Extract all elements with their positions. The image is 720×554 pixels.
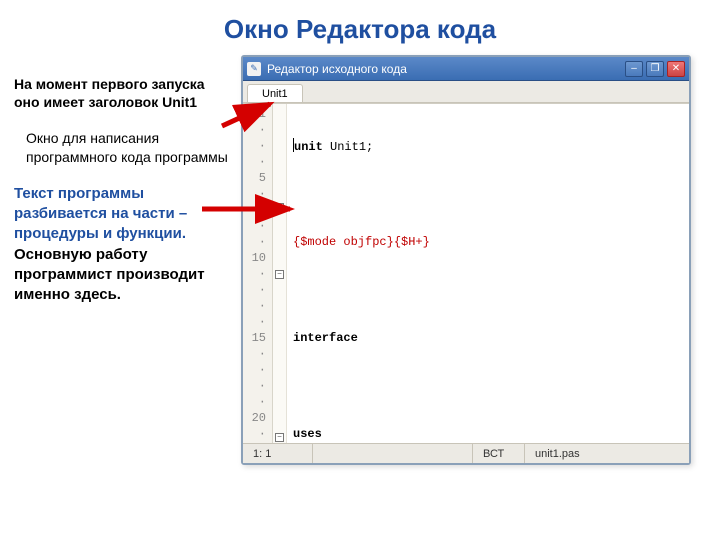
tabs-row: Unit1 (243, 81, 689, 103)
app-icon: ✎ (247, 62, 261, 76)
editor-window: ✎ Редактор исходного кода – ❐ ✕ Unit1 1·… (241, 55, 691, 465)
status-empty (313, 444, 473, 463)
status-filename: unit1.pas (525, 448, 689, 460)
line-number-gutter: 1··· 5···· 10···· 15···· 20· (243, 104, 273, 443)
statusbar: 1: 1 ВСТ unit1.pas (243, 443, 689, 463)
slide-title: Окно Редактора кода (0, 14, 720, 45)
status-insert-mode: ВСТ (473, 444, 525, 463)
close-button[interactable]: ✕ (667, 61, 685, 77)
note-1: На момент первого запуска оно имеет заго… (14, 75, 229, 111)
maximize-button[interactable]: ❐ (646, 61, 664, 77)
fold-marker-icon[interactable]: − (275, 203, 284, 212)
titlebar[interactable]: ✎ Редактор исходного кода – ❐ ✕ (243, 57, 689, 81)
code-text[interactable]: unit Unit1; {$mode objfpc}{$H+} interfac… (287, 104, 689, 443)
window-title: Редактор исходного кода (267, 62, 625, 76)
note-2: Окно для написания программного кода про… (14, 129, 229, 165)
fold-gutter: − − − (273, 104, 287, 443)
note-3: Текст программы разбивается на части – п… (14, 184, 229, 306)
minimize-button[interactable]: – (625, 61, 643, 77)
note-3-highlight: Текст программы разбивается на части – п… (14, 185, 187, 243)
code-editor[interactable]: 1··· 5···· 10···· 15···· 20· − − − unit … (243, 103, 689, 443)
fold-marker-icon[interactable]: − (275, 270, 284, 279)
fold-marker-icon[interactable]: − (275, 433, 284, 442)
status-caret: 1: 1 (243, 444, 313, 463)
tab-unit1[interactable]: Unit1 (247, 84, 303, 102)
